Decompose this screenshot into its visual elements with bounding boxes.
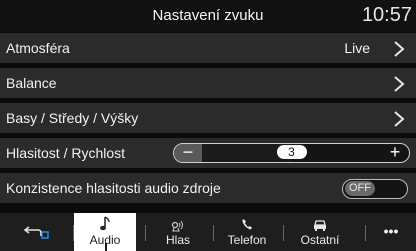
more-icon: ••• xyxy=(383,223,399,239)
row-volume-speed-label: Hlasitost / Rychlost xyxy=(6,145,126,161)
row-balance[interactable]: Balance xyxy=(0,67,416,98)
phone-icon xyxy=(242,219,252,230)
row-bass-mid-treble[interactable]: Basy / Středy / Výšky xyxy=(0,102,416,133)
chevron-right-icon xyxy=(394,111,405,127)
row-bass-mid-treble-label: Basy / Středy / Výšky xyxy=(6,110,139,126)
slider-track[interactable]: 3 xyxy=(202,144,381,162)
increase-button[interactable]: + xyxy=(381,144,409,162)
nav-phone[interactable]: Telefon xyxy=(214,213,280,251)
nav-voice-label: Hlas xyxy=(165,233,190,247)
header-bar: Nastavení zvuku 10:57 xyxy=(0,0,416,32)
row-volume-consistency: Konzistence hlasitosti audio zdroje OFF xyxy=(0,172,416,203)
nav-phone-label: Telefon xyxy=(227,233,267,247)
volume-consistency-toggle[interactable]: OFF xyxy=(342,179,408,199)
volume-speed-slider[interactable]: − 3 + xyxy=(173,143,410,163)
sound-settings-screen: Nastavení zvuku 10:57 Atmosféra Live Bal… xyxy=(0,0,416,251)
nav-back[interactable] xyxy=(0,213,72,251)
clock: 10:57 xyxy=(361,4,412,26)
toggle-state: OFF xyxy=(345,181,375,196)
nav-audio[interactable]: Audio xyxy=(74,213,136,251)
nav-other[interactable]: Ostatní xyxy=(284,213,356,251)
decrease-button[interactable]: − xyxy=(174,144,202,162)
row-balance-label: Balance xyxy=(6,75,57,91)
chevron-right-icon xyxy=(394,76,405,92)
row-volume-consistency-label: Konzistence hlasitosti audio zdroje xyxy=(6,180,221,196)
car-icon xyxy=(314,220,326,231)
back-icon xyxy=(23,226,49,239)
music-note-icon xyxy=(100,216,110,231)
nav-voice[interactable]: Hlas xyxy=(146,213,210,251)
page-title: Nastavení zvuku xyxy=(152,7,264,24)
bottom-nav-bar: Audio Hlas Telefon Ostatní ••• xyxy=(0,212,416,251)
row-atmosphere-label: Atmosféra xyxy=(6,40,70,56)
row-atmosphere-value: Live xyxy=(344,40,370,56)
row-volume-speed: Hlasitost / Rychlost − 3 + xyxy=(0,137,416,168)
active-tab-indicator xyxy=(105,243,107,251)
row-atmosphere[interactable]: Atmosféra Live xyxy=(0,32,416,63)
nav-other-label: Ostatní xyxy=(300,233,340,247)
chevron-right-icon xyxy=(394,41,405,57)
nav-more[interactable]: ••• xyxy=(366,213,416,251)
slider-thumb[interactable]: 3 xyxy=(276,145,307,159)
voice-icon xyxy=(171,220,183,232)
